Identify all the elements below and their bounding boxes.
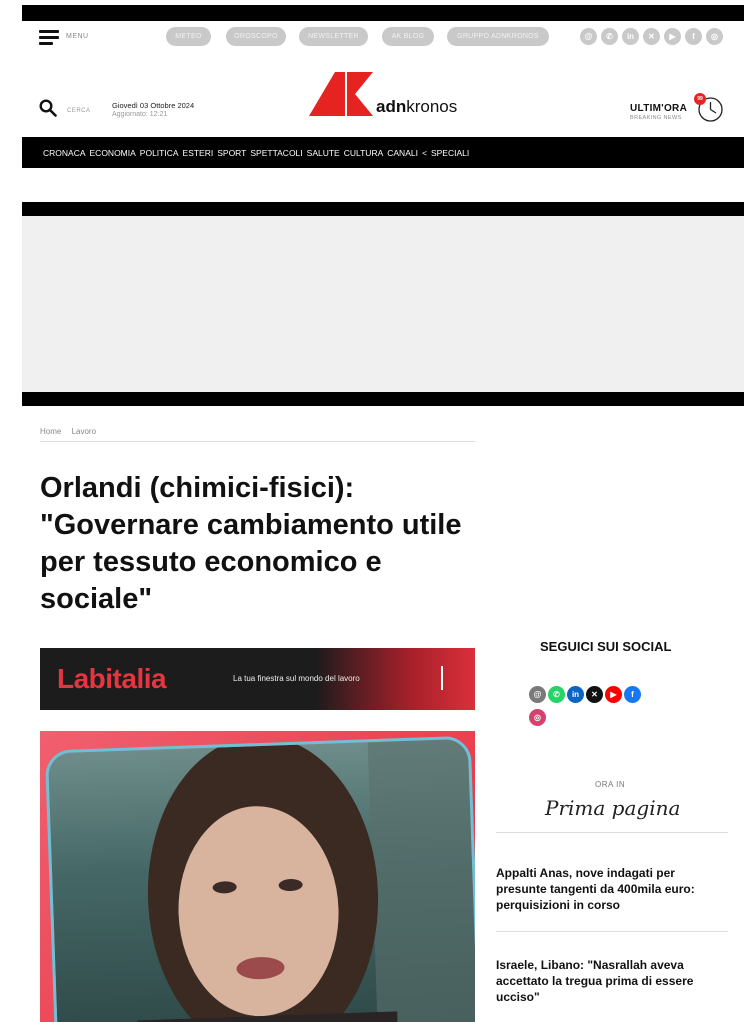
news-item[interactable]: Israele, Libano: "Nasrallah aveva accett… [496,957,728,1005]
breadcrumb-lavoro[interactable]: Lavoro [72,427,96,436]
menu-label: MENU [66,33,89,40]
nav-salute[interactable]: SALUTE [307,148,340,158]
x-icon[interactable]: ✕ [643,28,660,45]
notification-badge: 99 [694,93,706,105]
nav-prev-arrow[interactable]: < [422,148,427,158]
current-date: Giovedì 03 Ottobre 2024 [112,101,195,110]
video-frame [44,735,475,1022]
banner-tagline: La tua finestra sul mondo del lavoro [233,674,360,683]
linkedin-icon[interactable]: in [622,28,639,45]
youtube-icon[interactable]: ▶ [605,686,622,703]
pill-newsletter[interactable]: NEWSLETTER [299,27,368,46]
top-bar [22,5,744,21]
labitalia-banner[interactable]: Labitalia La tua finestra sul mondo del … [40,648,475,710]
logo-text[interactable]: adnkronos [376,97,457,117]
facebook-icon[interactable]: f [624,686,641,703]
hamburger-menu-icon[interactable] [39,30,59,45]
banner-separator [441,666,443,690]
ad-banner [22,202,744,406]
main-nav: CRONACA ECONOMIA POLITICA ESTERI SPORT S… [22,137,744,168]
whatsapp-icon[interactable]: ✆ [601,28,618,45]
nav-politica[interactable]: POLITICA [140,148,179,158]
breadcrumb-divider [40,441,475,442]
pill-meteo[interactable]: METEO [166,27,211,46]
pill-oroscopo[interactable]: OROSCOPO [226,27,286,46]
breaking-news-label: BREAKING NEWS [630,115,682,121]
whatsapp-icon[interactable]: ✆ [548,686,565,703]
ad-placeholder [22,216,744,392]
sidebar-divider [496,931,728,932]
ultim-ora-label[interactable]: ULTIM'ORA [630,103,687,114]
banner-title: Labitalia [57,663,167,694]
speaker-portrait-image [137,736,475,1022]
pill-gruppo-adnkronos[interactable]: GRUPPO ADNKRONOS [447,27,549,46]
search-label: CERCA [67,108,91,114]
search-icon[interactable] [39,99,57,117]
adnkronos-logo-icon[interactable] [309,72,373,116]
nav-spettacoli[interactable]: SPETTACOLI [250,148,302,158]
breadcrumb: Home Lavoro [40,427,104,436]
seguici-title: SEGUICI SUI SOCIAL [540,639,672,654]
nav-speciali[interactable]: SPECIALI [431,148,469,158]
ora-in-label: ORA IN [595,780,626,789]
threads-icon[interactable]: @ [529,686,546,703]
article-video[interactable] [40,731,475,1022]
nav-canali[interactable]: CANALI [387,148,418,158]
threads-icon[interactable]: @ [580,28,597,45]
instagram-icon[interactable]: ◎ [706,28,723,45]
sidebar-divider [496,832,728,833]
instagram-icon[interactable]: ◎ [529,709,546,726]
nav-sport[interactable]: SPORT [217,148,246,158]
youtube-icon[interactable]: ▶ [664,28,681,45]
pill-ak-blog[interactable]: AK BLOG [382,27,434,46]
x-icon[interactable]: ✕ [586,686,603,703]
nav-economia[interactable]: ECONOMIA [90,148,136,158]
facebook-icon[interactable]: f [685,28,702,45]
article-headline: Orlandi (chimici-fisici): "Governare cam… [40,472,462,615]
nav-cultura[interactable]: CULTURA [344,148,384,158]
updated-time: Aggiornato: 12:21 [112,111,168,118]
breadcrumb-home[interactable]: Home [40,427,61,436]
news-item[interactable]: Appalti Anas, nove indagati per presunte… [496,865,728,913]
nav-cronaca[interactable]: CRONACA [43,148,86,158]
nav-esteri[interactable]: ESTERI [183,148,214,158]
linkedin-icon[interactable]: in [567,686,584,703]
prima-pagina-title: Prima pagina [545,796,681,820]
